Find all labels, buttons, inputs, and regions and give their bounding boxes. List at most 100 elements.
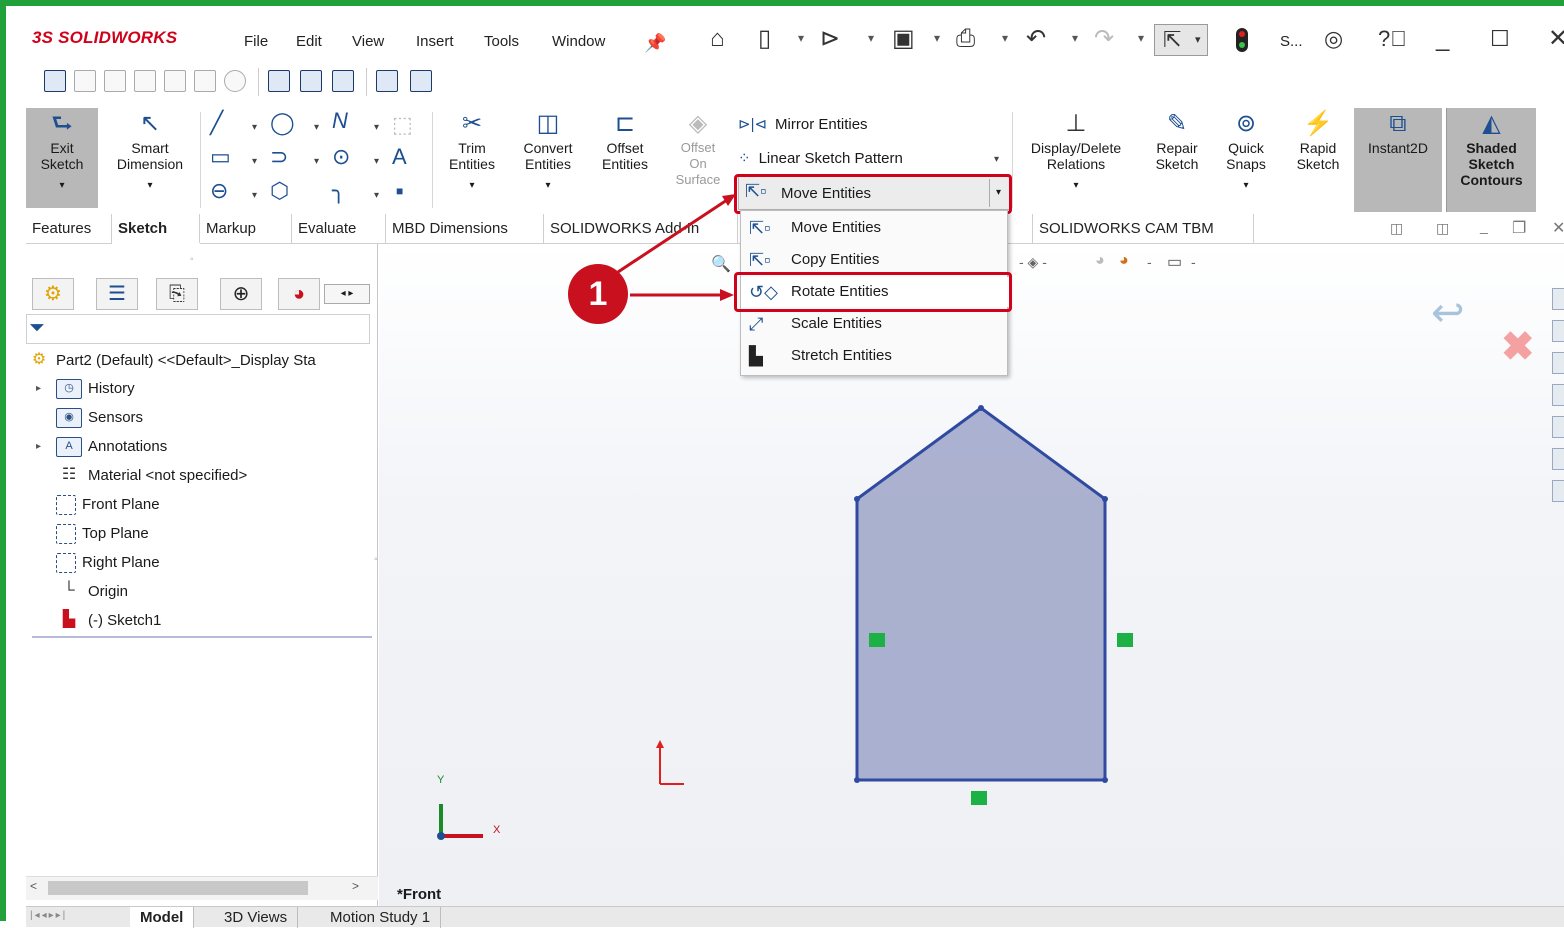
chevron-down-icon[interactable]: ▾ [252, 190, 257, 201]
panel-tab-scroll-icon[interactable]: ◂ ▸ [324, 284, 370, 304]
tab-solidworks-cam-tbm[interactable]: SOLIDWORKS CAM TBM [1032, 214, 1254, 244]
expand-icon[interactable]: ▸ [36, 378, 41, 400]
instant2d-button[interactable]: ⧉ Instant2D [1354, 108, 1442, 212]
repair-sketch-button[interactable]: ✎ Repair Sketch [1144, 108, 1210, 208]
tree-item-front-plane[interactable]: Front Plane [56, 494, 160, 516]
open-dropdown-icon[interactable]: ▾ [868, 31, 874, 45]
sketch-save-icon[interactable] [332, 70, 354, 92]
tree-item-sensors[interactable]: ◉ Sensors [56, 407, 143, 429]
ellipse-icon[interactable]: ⊙ [332, 144, 350, 170]
undo-icon[interactable]: ↶ [1026, 24, 1046, 54]
filter-bodies-icon[interactable] [164, 70, 186, 92]
convert-entities-button[interactable]: ◫ Convert Entities ▾ [510, 108, 586, 208]
solidworks-logo[interactable]: 3S SOLIDWORKS [32, 28, 177, 48]
tree-root-part[interactable]: ⚙ Part2 (Default) <<Default>_Display Sta [28, 350, 374, 372]
text-icon[interactable]: A [392, 144, 407, 170]
select-tool[interactable]: ⇱ ▾ [1154, 24, 1208, 56]
print-dropdown-icon[interactable]: ▾ [1002, 31, 1008, 45]
sketch-edit-icon[interactable] [300, 70, 322, 92]
menu-insert[interactable]: Insert [416, 33, 454, 50]
tab-scroll-icon[interactable]: |◂◂▸▸| [30, 910, 67, 921]
scroll-thumb[interactable] [48, 881, 308, 895]
expand-icon[interactable]: ▸ [36, 436, 41, 458]
filter-points-icon[interactable] [224, 70, 246, 92]
minimize-view-icon[interactable]: _ [1480, 218, 1488, 234]
arc-icon[interactable]: ⊃ [270, 144, 288, 170]
tree-item-right-plane[interactable]: Right Plane [56, 552, 160, 574]
pin-icon[interactable]: 📌 [644, 28, 666, 58]
tree-item-sketch1[interactable]: ▙ (-) Sketch1 [56, 610, 162, 632]
chevron-down-icon[interactable]: ▾ [314, 156, 319, 167]
menu-item-stretch-entities[interactable]: ▙ Stretch Entities [741, 341, 1009, 371]
menu-item-scale-entities[interactable]: ⤢ Scale Entities [741, 309, 1009, 339]
slot-icon[interactable]: ⊖ [210, 178, 228, 204]
configuration-manager-tab-icon[interactable]: ⎘ [156, 278, 198, 310]
print-icon[interactable]: ⎙ [956, 24, 975, 54]
redo-dropdown-icon[interactable]: ▾ [1138, 31, 1144, 45]
new-dropdown-icon[interactable]: ▾ [798, 31, 804, 45]
undo-dropdown-icon[interactable]: ▾ [1072, 31, 1078, 45]
circle-icon[interactable]: ◯ [270, 110, 295, 136]
menu-file[interactable]: File [244, 33, 268, 50]
chevron-down-icon[interactable]: ▾ [374, 122, 379, 133]
rollback-bar[interactable] [32, 636, 372, 638]
filter-vertices-icon[interactable] [74, 70, 96, 92]
open-file-icon[interactable]: ⊳ [820, 24, 840, 54]
chevron-down-icon[interactable]: ▾ [252, 122, 257, 133]
quick-snaps-button[interactable]: ⊚ Quick Snaps ▾ [1216, 108, 1276, 208]
fillet-icon[interactable]: ╮ [332, 178, 345, 204]
tab-sketch[interactable]: Sketch [112, 214, 200, 244]
tab-solidworks-add-ins[interactable]: SOLIDWORKS Add-In [544, 214, 738, 244]
paste-view-icon[interactable] [410, 70, 432, 92]
tab-mbd-dimensions[interactable]: MBD Dimensions [386, 214, 544, 244]
traffic-light-icon[interactable] [1236, 28, 1248, 52]
chevron-down-icon[interactable]: ▾ [252, 156, 257, 167]
chevron-down-icon[interactable]: ▾ [374, 190, 379, 201]
sketch-plane-icon[interactable]: ⬚ [392, 112, 413, 138]
tab-model[interactable]: Model [130, 907, 195, 928]
filter-faces-icon[interactable] [134, 70, 156, 92]
point-icon[interactable]: ■ [396, 184, 403, 198]
account-icon[interactable]: ◎ [1324, 24, 1343, 54]
menu-edit[interactable]: Edit [296, 33, 322, 50]
save-icon[interactable]: ▣ [892, 24, 915, 54]
select-box-icon[interactable] [44, 70, 66, 92]
chevron-down-icon[interactable]: ▾ [314, 122, 319, 133]
tab-markup[interactable]: Markup [200, 214, 292, 244]
menu-item-move-entities[interactable]: ⇱▫ Move Entities [741, 213, 1009, 243]
menu-window[interactable]: Window [552, 33, 605, 50]
menu-item-copy-entities[interactable]: ⇱▫ Copy Entities [741, 245, 1009, 275]
minimize-icon[interactable]: _ [1436, 24, 1449, 54]
tab-3d-views[interactable]: 3D Views [214, 907, 299, 928]
menu-tools[interactable]: Tools [484, 33, 519, 50]
tree-item-origin[interactable]: └ Origin [56, 581, 128, 603]
polygon-icon[interactable]: ⬡ [270, 178, 289, 204]
tree-item-history[interactable]: ▸ ◷ History [36, 378, 135, 400]
tab-features[interactable]: Features [26, 214, 112, 244]
offset-entities-button[interactable]: ⊏ Offset Entities [588, 108, 662, 208]
dimxpert-tab-icon[interactable]: ⊕ [220, 278, 262, 310]
mirror-entities-button[interactable]: ⊳|⊲ Mirror Entities [738, 112, 998, 138]
tree-item-annotations[interactable]: ▸ A Annotations [36, 436, 167, 458]
tree-item-material[interactable]: ☷ Material <not specified> [56, 465, 247, 487]
panel-resize-icon[interactable]: ◦ [374, 554, 378, 565]
feature-manager-tab-icon[interactable]: ⚙ [32, 278, 74, 310]
maximize-icon[interactable]: ☐ [1490, 24, 1510, 54]
new-document-icon[interactable]: ▯ [758, 24, 771, 54]
home-icon[interactable]: ⌂ [710, 24, 725, 54]
panel-horizontal-scrollbar[interactable]: < > [26, 876, 378, 900]
rectangle-icon[interactable]: ▭ [210, 144, 231, 170]
scroll-left-icon[interactable]: < [30, 879, 37, 893]
shaded-sketch-contours-button[interactable]: ◭ Shaded Sketch Contours [1446, 108, 1536, 212]
trim-entities-button[interactable]: ✂ Trim Entities ▾ [438, 108, 506, 208]
tree-filter-icon[interactable]: ⏷ [26, 314, 370, 344]
rapid-sketch-button[interactable]: ⚡ Rapid Sketch [1286, 108, 1350, 208]
tab-motion-study-1[interactable]: Motion Study 1 [320, 907, 442, 928]
exit-sketch-button[interactable]: ⮑ Exit Sketch ▾ [26, 108, 98, 208]
close-icon[interactable]: ✕ [1548, 24, 1564, 54]
redo-icon[interactable]: ↷ [1094, 24, 1114, 54]
user-name[interactable]: S... [1280, 33, 1303, 50]
filter-sketch-icon[interactable] [194, 70, 216, 92]
display-manager-tab-icon[interactable]: ◕ [278, 278, 320, 310]
spline-icon[interactable]: N [332, 108, 348, 134]
